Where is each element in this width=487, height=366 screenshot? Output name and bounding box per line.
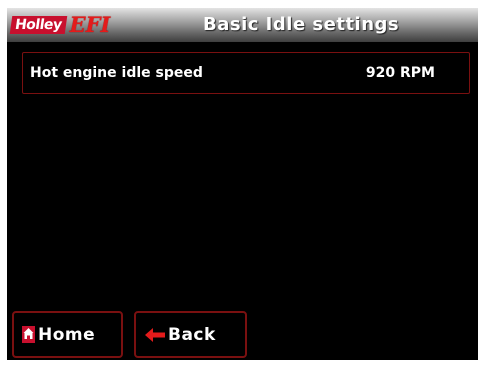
back-arrow-icon [145, 327, 165, 342]
logo-brand-text: Holley [9, 16, 67, 34]
touchscreen-display: Holley EFI Basic Idle settings Hot engin… [7, 8, 478, 360]
setting-row-hot-engine-idle-speed[interactable]: Hot engine idle speed 920 RPM [22, 52, 470, 94]
header-bar: Holley EFI Basic Idle settings [7, 8, 478, 42]
back-button-label: Back [168, 324, 216, 345]
home-button-label: Home [38, 324, 96, 345]
setting-label: Hot engine idle speed [30, 65, 203, 81]
back-button[interactable]: Back [134, 311, 247, 358]
page-title: Basic Idle settings [203, 14, 400, 35]
home-button[interactable]: Home [12, 311, 123, 358]
home-icon [22, 326, 35, 343]
logo-efi-text: EFI [69, 12, 111, 37]
setting-value: 920 RPM [365, 65, 435, 81]
holley-efi-logo: Holley EFI [9, 10, 111, 40]
